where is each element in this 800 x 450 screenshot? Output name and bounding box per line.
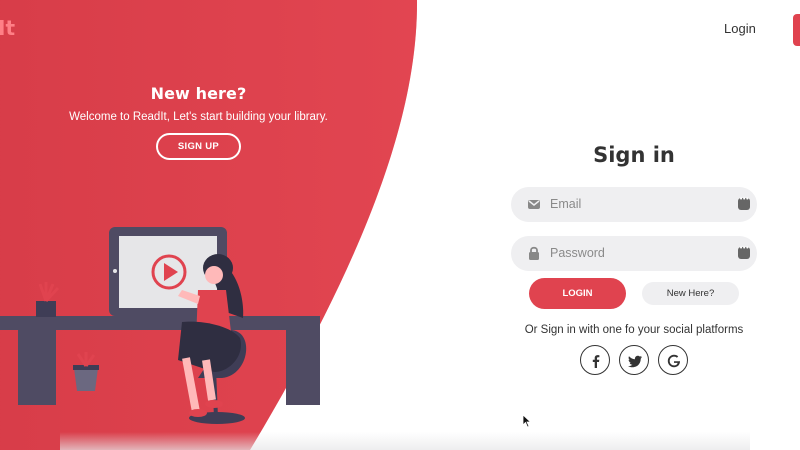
twitter-icon: [628, 355, 642, 368]
header-login-link[interactable]: Login: [724, 21, 756, 36]
app-logo[interactable]: It: [0, 16, 15, 40]
red-background-shape: [0, 0, 418, 450]
password-manager-icon[interactable]: [738, 244, 750, 259]
lock-icon: [529, 246, 539, 260]
new-here-button[interactable]: New Here?: [642, 282, 739, 305]
bottom-shadow: [60, 432, 750, 450]
new-user-panel: New here? Welcome to ReadIt, Let's start…: [60, 84, 337, 160]
email-placeholder: Email: [550, 197, 582, 211]
twitter-button[interactable]: [619, 345, 649, 375]
promo-subtitle: Welcome to ReadIt, Let's start building …: [69, 111, 328, 123]
facebook-icon: [592, 355, 600, 368]
signin-title: Sign in: [593, 143, 675, 167]
google-button[interactable]: [658, 345, 688, 375]
password-manager-icon[interactable]: [738, 195, 750, 210]
google-icon: [667, 354, 680, 368]
mouse-cursor-icon: [522, 414, 532, 428]
password-placeholder: Password: [550, 246, 605, 260]
header-signup-button[interactable]: [793, 14, 800, 46]
social-signin-text: Or Sign in with one fo your social platf…: [524, 324, 744, 336]
envelope-icon: [528, 200, 540, 209]
promo-title: New here?: [150, 84, 247, 103]
password-field[interactable]: Password: [511, 236, 757, 271]
login-button[interactable]: LOGIN: [529, 278, 626, 309]
email-field[interactable]: Email: [511, 187, 757, 222]
facebook-button[interactable]: [580, 345, 610, 375]
signup-button[interactable]: SIGN UP: [156, 133, 241, 160]
